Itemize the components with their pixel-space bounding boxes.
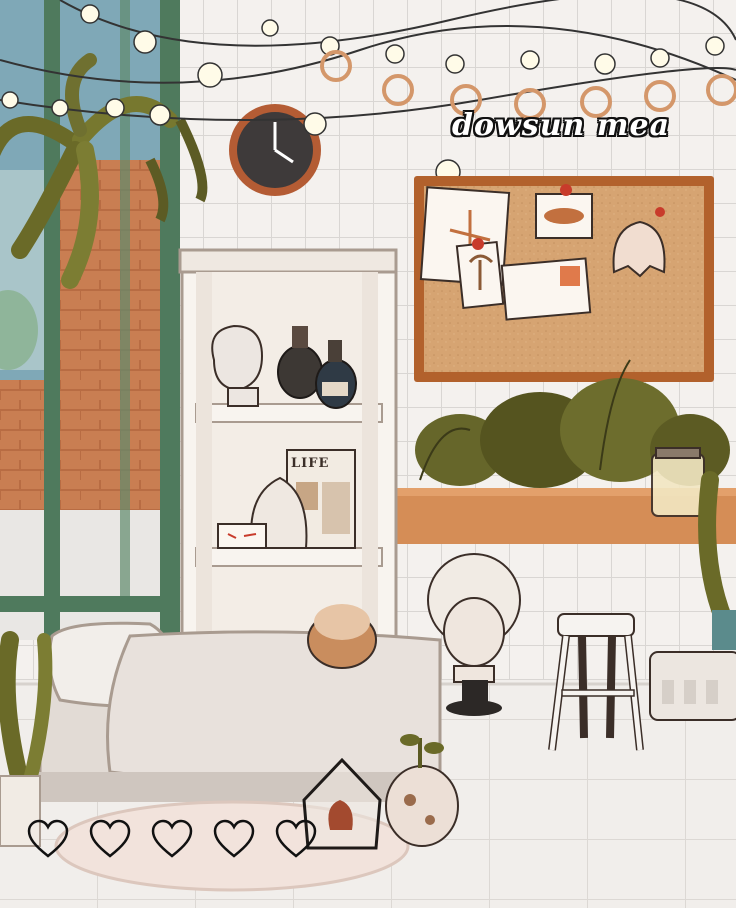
heart-outline-icon[interactable] <box>274 818 318 862</box>
laundry-basket <box>649 651 736 721</box>
watermark-text: dowsun mea <box>452 108 671 143</box>
glass-jar <box>651 447 705 517</box>
cork-board <box>414 176 714 382</box>
small-card <box>217 523 267 549</box>
heart-outline-icon[interactable] <box>88 818 132 862</box>
plush-pet <box>307 604 377 669</box>
heart-outline-icon[interactable] <box>150 818 194 862</box>
bed <box>36 621 444 802</box>
heart-outline-icon[interactable] <box>212 818 256 862</box>
heart-outline-icon[interactable] <box>26 818 70 862</box>
magazine-title: LIFE <box>291 456 330 471</box>
room-scene: dowsun mea LIFE <box>0 0 736 908</box>
window <box>0 0 180 650</box>
